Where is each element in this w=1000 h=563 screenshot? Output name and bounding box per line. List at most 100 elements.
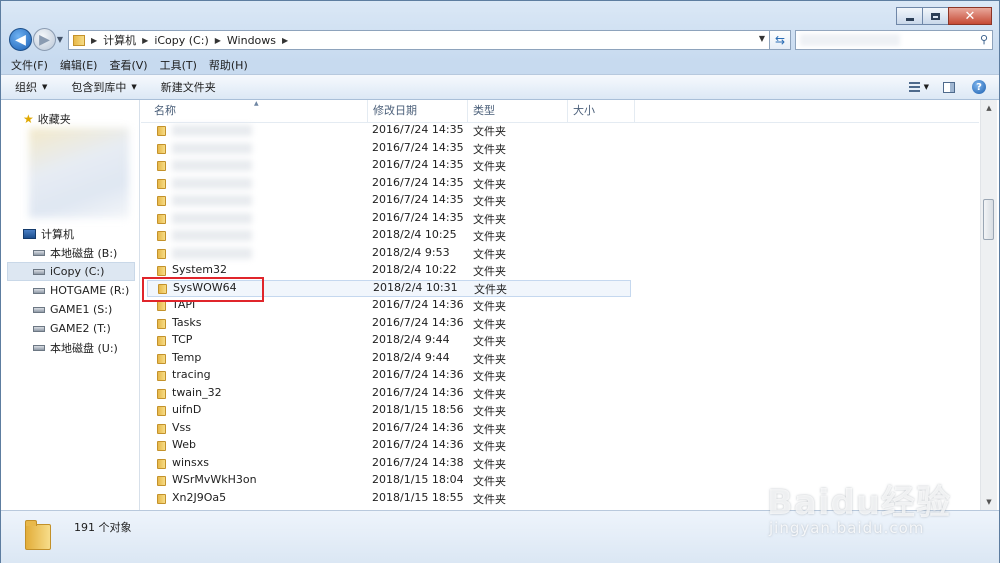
file-rows: 2016/7/24 14:35 文件夹 2016/7/24 14:35 文件夹 2016… [141, 122, 979, 507]
organize-button[interactable]: 组织 ▼ [15, 79, 47, 95]
breadcrumb-drive[interactable]: iCopy (C:) [154, 34, 208, 47]
column-header-name[interactable]: ▲ 名称 [141, 100, 368, 122]
address-bar[interactable]: ▶ 计算机 ▶ iCopy (C:) ▶ Windows ▶ ▼ [68, 30, 770, 50]
navigation-row: ◀ ▶ ▼ ▶ 计算机 ▶ iCopy (C:) ▶ Windows ▶ ▼ ⇆… [7, 27, 993, 53]
file-name: Temp [172, 350, 202, 364]
folder-icon [156, 230, 167, 241]
file-name [172, 177, 252, 189]
table-row[interactable]: WSrMvWkH3on 2018/1/15 18:04 文件夹 [141, 472, 979, 490]
scroll-up-icon[interactable]: ▲ [981, 100, 997, 116]
menu-tools[interactable]: 工具(T) [160, 57, 197, 73]
table-row[interactable]: Xn2J9Oa5 2018/1/15 18:55 文件夹 [141, 490, 979, 508]
table-row[interactable]: twain_32 2016/7/24 14:36 文件夹 [141, 385, 979, 403]
help-button[interactable]: ? [969, 79, 989, 95]
preview-pane-button[interactable] [939, 79, 959, 95]
folder-icon [156, 143, 167, 154]
file-name: Vss [172, 420, 191, 434]
include-library-button[interactable]: 包含到库中 ▼ [71, 79, 136, 95]
sidebar-drive-r[interactable]: HOTGAME (R:) [1, 281, 139, 300]
maximize-button[interactable] [922, 7, 949, 25]
file-name: winsxs [172, 455, 209, 469]
chevron-down-icon: ▼ [56, 35, 64, 44]
menu-edit[interactable]: 编辑(E) [60, 57, 98, 73]
table-row[interactable]: Temp 2018/2/4 9:44 文件夹 [141, 350, 979, 368]
forward-button[interactable]: ▶ [33, 28, 56, 51]
file-type: 文件夹 [473, 195, 506, 208]
file-date: 2016/7/24 14:36 [372, 368, 464, 381]
column-header-type[interactable]: 类型 [468, 100, 568, 122]
column-header-date[interactable]: 修改日期 [368, 100, 468, 122]
sidebar-computer[interactable]: 计算机 [23, 226, 74, 242]
history-dropdown-button[interactable]: ▼ [55, 28, 65, 51]
file-name: TCP [172, 333, 193, 346]
sidebar-drive-b[interactable]: 本地磁盘 (B:) [1, 243, 139, 262]
sidebar-drive-c[interactable]: iCopy (C:) [7, 262, 135, 281]
folder-icon [156, 318, 167, 329]
drive-label: 本地磁盘 (B:) [50, 246, 118, 260]
breadcrumb-computer[interactable]: 计算机 [103, 32, 136, 48]
table-row[interactable]: 2018/2/4 10:25 文件夹 [141, 227, 979, 245]
file-date: 2018/2/4 9:44 [372, 333, 450, 346]
arrow-left-icon: ◀ [15, 31, 26, 48]
table-row[interactable]: 2016/7/24 14:35 文件夹 [141, 192, 979, 210]
folder-icon [156, 423, 167, 434]
search-input[interactable]: ⚲ [795, 30, 993, 50]
back-button[interactable]: ◀ [9, 28, 32, 51]
table-row[interactable]: Tasks 2016/7/24 14:36 文件夹 [141, 315, 979, 333]
sidebar-drive-s[interactable]: GAME1 (S:) [1, 300, 139, 319]
table-row[interactable]: TAPI 2016/7/24 14:36 文件夹 [141, 297, 979, 315]
file-date: 2016/7/24 14:36 [372, 385, 464, 399]
menu-view[interactable]: 查看(V) [109, 57, 147, 73]
file-type: 文件夹 [473, 230, 506, 243]
table-row[interactable]: 2016/7/24 14:35 文件夹 [141, 157, 979, 175]
menu-help[interactable]: 帮助(H) [209, 57, 248, 73]
file-name [172, 195, 252, 206]
column-date-label: 修改日期 [373, 104, 417, 117]
table-row[interactable]: Vss 2016/7/24 14:36 文件夹 [141, 420, 979, 438]
breadcrumb-windows[interactable]: Windows [227, 34, 276, 47]
breadcrumb-separator-icon[interactable]: ▶ [282, 36, 288, 45]
computer-icon [23, 229, 36, 239]
address-dropdown-icon[interactable]: ▼ [759, 34, 765, 43]
file-type: 文件夹 [473, 492, 506, 506]
table-row[interactable]: 2016/7/24 14:35 文件夹 [141, 122, 979, 140]
table-row[interactable]: System32 2018/2/4 10:22 文件夹 [141, 262, 979, 280]
sidebar-drive-u[interactable]: 本地磁盘 (U:) [1, 338, 139, 357]
table-row[interactable]: tracing 2016/7/24 14:36 文件夹 [141, 367, 979, 385]
minimize-button[interactable] [896, 7, 923, 25]
scroll-down-icon[interactable]: ▼ [981, 494, 997, 510]
table-row[interactable]: winsxs 2016/7/24 14:38 文件夹 [141, 455, 979, 473]
file-type: 文件夹 [473, 300, 506, 313]
computer-label: 计算机 [41, 228, 74, 241]
search-icon[interactable]: ⚲ [980, 33, 988, 46]
sidebar-favorites[interactable]: ★ 收藏夹 [23, 111, 71, 127]
table-row[interactable]: Web 2016/7/24 14:36 文件夹 [141, 437, 979, 455]
chevron-down-icon: ▼ [42, 83, 48, 91]
vertical-scrollbar[interactable]: ▲ ▼ [980, 100, 997, 510]
close-button[interactable]: ✕ [948, 7, 992, 25]
scrollbar-thumb[interactable] [983, 199, 994, 240]
folder-icon [156, 265, 167, 276]
breadcrumb-separator-icon[interactable]: ▶ [91, 36, 97, 45]
file-name [172, 230, 252, 241]
change-view-button[interactable]: ▼ [909, 79, 929, 95]
table-row[interactable]: 2018/2/4 9:53 文件夹 [141, 245, 979, 263]
breadcrumb-separator-icon[interactable]: ▶ [215, 36, 221, 45]
column-headers: ▲ 名称 修改日期 类型 大小 [141, 100, 979, 123]
folder-icon [156, 213, 167, 224]
table-row[interactable]: uifnD 2018/1/15 18:56 文件夹 [141, 402, 979, 420]
table-row[interactable]: 2016/7/24 14:35 文件夹 [141, 175, 979, 193]
drive-label: iCopy (C:) [50, 265, 105, 278]
folder-icon [25, 520, 51, 550]
sidebar-drive-t[interactable]: GAME2 (T:) [1, 319, 139, 338]
table-row[interactable]: 2016/7/24 14:35 文件夹 [141, 140, 979, 158]
menu-file[interactable]: 文件(F) [11, 57, 48, 73]
file-type: 文件夹 [473, 335, 506, 348]
search-placeholder-blurred [800, 34, 900, 46]
new-folder-button[interactable]: 新建文件夹 [161, 79, 216, 95]
table-row[interactable]: 2016/7/24 14:35 文件夹 [141, 210, 979, 228]
table-row[interactable]: TCP 2018/2/4 9:44 文件夹 [141, 332, 979, 350]
breadcrumb-separator-icon[interactable]: ▶ [142, 36, 148, 45]
column-header-size[interactable]: 大小 [568, 100, 635, 122]
refresh-button[interactable]: ⇆ [769, 30, 791, 50]
